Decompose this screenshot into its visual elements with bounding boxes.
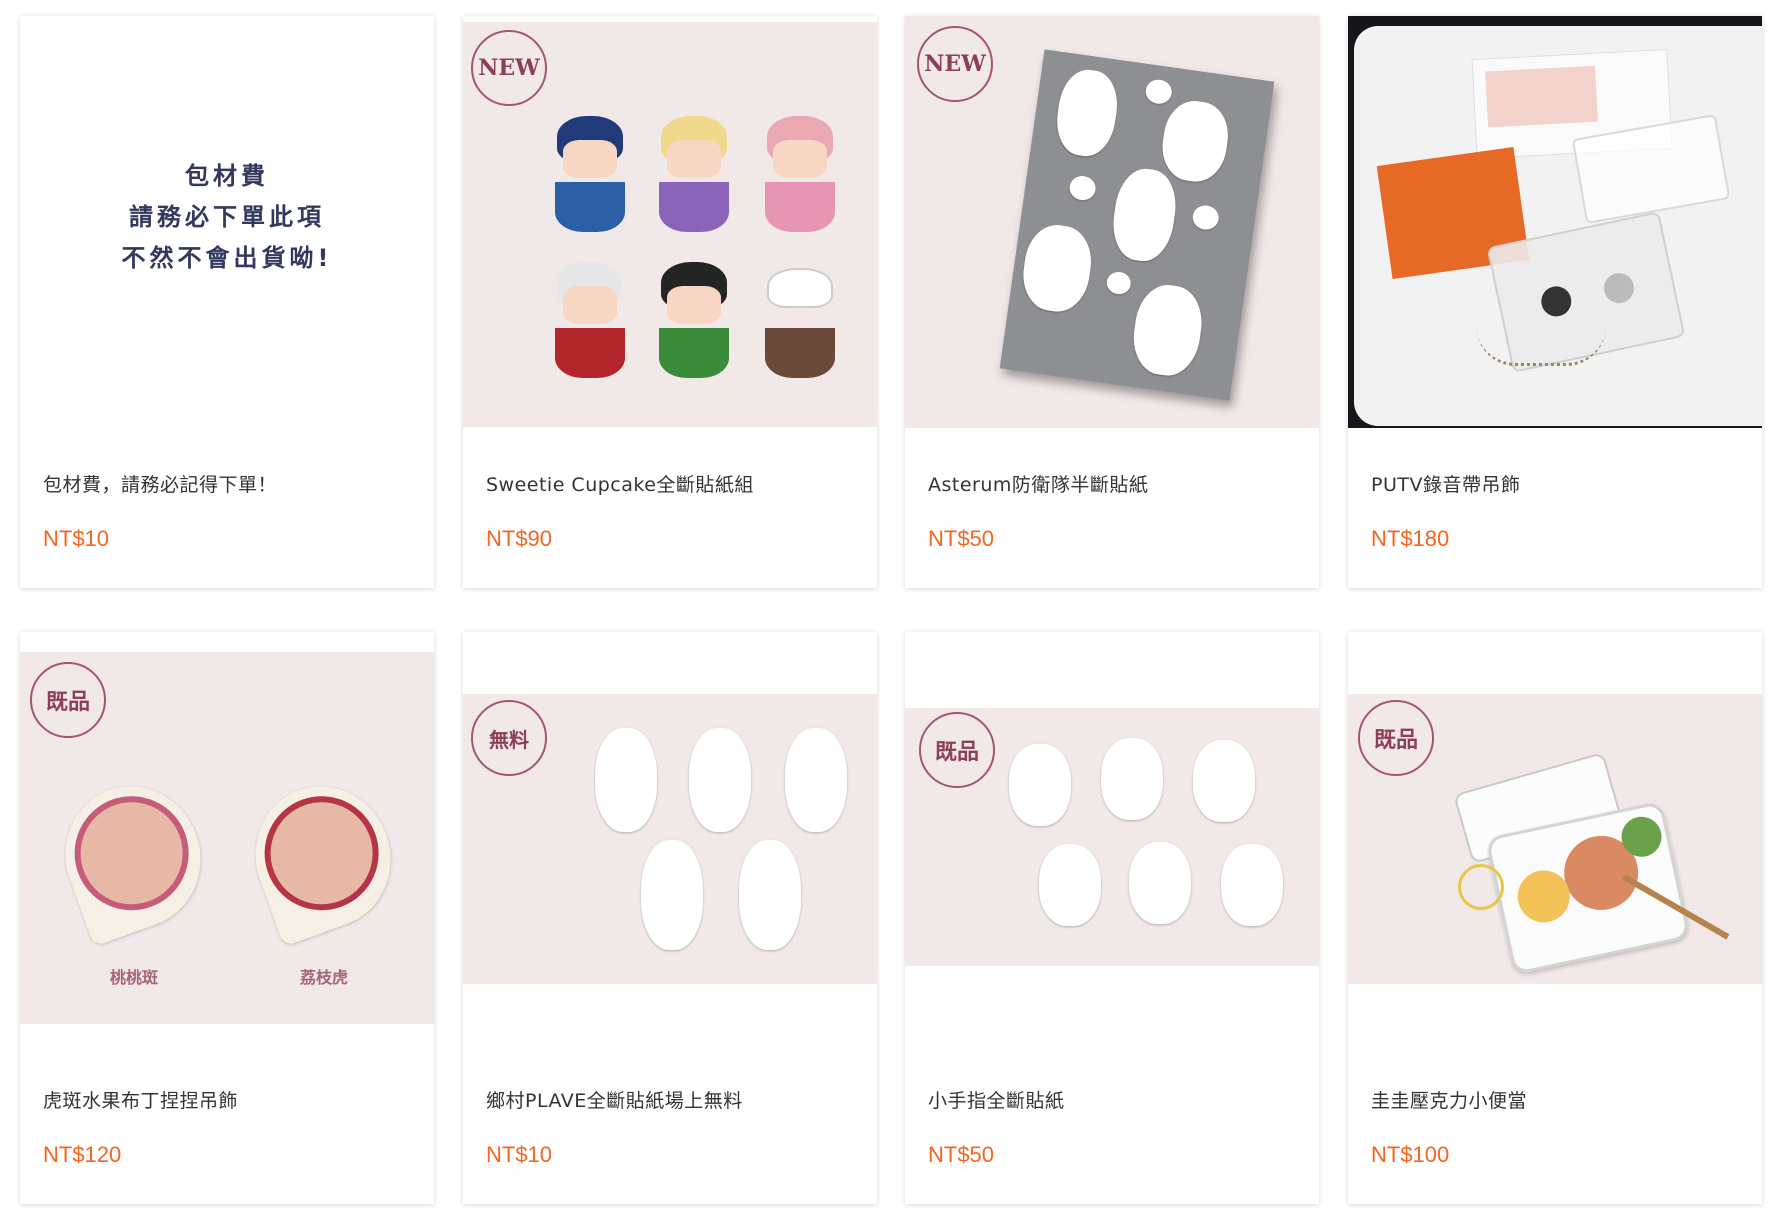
product-name[interactable]: 小手指全斷貼紙 — [928, 1086, 1065, 1113]
package-fee-notice: 包材費 請務必下單此項 不然不會出貨呦! — [20, 156, 434, 279]
product-card[interactable]: NEW Asterum防衛隊半斷貼紙 NT$50 — [905, 16, 1319, 588]
ball-chain — [1476, 326, 1606, 366]
product-price: NT$180 — [1371, 526, 1450, 551]
chibi-sticker — [739, 840, 801, 950]
chibi-sticker — [595, 728, 657, 832]
product-price: NT$50 — [928, 1142, 995, 1167]
new-badge: NEW — [917, 26, 993, 102]
product-name[interactable]: Asterum防衛隊半斷貼紙 — [928, 470, 1148, 497]
product-image[interactable]: 無料 — [463, 632, 877, 1044]
product-image[interactable]: 包材費 請務必下單此項 不然不會出貨呦! — [20, 16, 434, 428]
chibi-sticker — [689, 728, 751, 832]
charm-label: 桃桃斑 — [109, 968, 158, 987]
product-name[interactable]: Sweetie Cupcake全斷貼紙組 — [486, 470, 754, 497]
product-card[interactable]: PUTV錄音帶吊飾 NT$180 — [1348, 16, 1762, 588]
cupcake-sticker — [761, 262, 837, 382]
product-name[interactable]: PUTV錄音帶吊飾 — [1371, 470, 1520, 497]
chibi-sticker — [1193, 740, 1255, 822]
product-name[interactable]: 鄉村PLAVE全斷貼紙場上無料 — [486, 1086, 743, 1113]
sold-badge: 既品 — [30, 662, 106, 738]
product-name[interactable]: 虎斑水果布丁捏捏吊飾 — [43, 1086, 238, 1113]
product-price: NT$100 — [1371, 1142, 1450, 1167]
sticker-sheet — [999, 49, 1275, 401]
sold-badge: 既品 — [919, 712, 995, 788]
product-card[interactable]: 無料 鄉村PLAVE全斷貼紙場上無料 NT$10 — [463, 632, 877, 1204]
notice-line: 請務必下單此項 — [129, 203, 325, 231]
product-price: NT$10 — [486, 1142, 553, 1167]
chibi-sticker — [1009, 744, 1071, 826]
product-image[interactable]: NEW — [905, 16, 1319, 428]
chibi-sticker — [1101, 738, 1163, 820]
product-card[interactable]: 既品 圭圭壓克力小便當 NT$100 — [1348, 632, 1762, 1204]
product-name[interactable]: 圭圭壓克力小便當 — [1371, 1086, 1527, 1113]
chibi-sticker — [785, 728, 847, 832]
product-price: NT$10 — [43, 526, 110, 551]
product-name[interactable]: 包材費，請務必記得下單！ — [43, 470, 277, 497]
product-image[interactable]: NEW — [463, 16, 877, 428]
product-grid: 包材費 請務必下單此項 不然不會出貨呦! 包材費，請務必記得下單！ NT$10 … — [20, 16, 1764, 1206]
cupcake-sticker — [551, 116, 627, 236]
chibi-sticker — [1221, 844, 1283, 926]
product-price: NT$50 — [928, 526, 995, 551]
chibi-sticker — [1129, 842, 1191, 924]
product-image[interactable]: 既品 — [1348, 632, 1762, 1044]
product-card[interactable]: 既品 桃桃斑 荔枝虎 虎斑水果布丁捏捏吊飾 NT$120 — [20, 632, 434, 1204]
chibi-sticker — [641, 840, 703, 950]
product-card[interactable]: 既品 小手指全斷貼紙 NT$50 — [905, 632, 1319, 1204]
keyring — [1458, 864, 1504, 910]
chibi-sticker — [1039, 844, 1101, 926]
cupcake-sticker — [761, 116, 837, 236]
notice-line: 包材費 — [185, 162, 269, 190]
product-card[interactable]: NEW Sweetie Cupcake全斷貼紙組 NT$90 — [463, 16, 877, 588]
product-card[interactable]: 包材費 請務必下單此項 不然不會出貨呦! 包材費，請務必記得下單！ NT$10 — [20, 16, 434, 588]
notice-line: 不然不會出貨呦! — [121, 244, 333, 272]
product-image[interactable]: 既品 桃桃斑 荔枝虎 — [20, 632, 434, 1044]
free-badge: 無料 — [471, 700, 547, 776]
product-price: NT$90 — [486, 526, 553, 551]
cupcake-sticker — [655, 116, 731, 236]
cupcake-sticker — [655, 262, 731, 382]
product-image[interactable] — [1348, 16, 1762, 428]
cupcake-sticker — [551, 262, 627, 382]
product-price: NT$120 — [43, 1142, 122, 1167]
product-image[interactable]: 既品 — [905, 632, 1319, 1044]
sold-badge: 既品 — [1358, 700, 1434, 776]
new-badge: NEW — [471, 30, 547, 106]
charm-label: 荔枝虎 — [299, 968, 348, 987]
